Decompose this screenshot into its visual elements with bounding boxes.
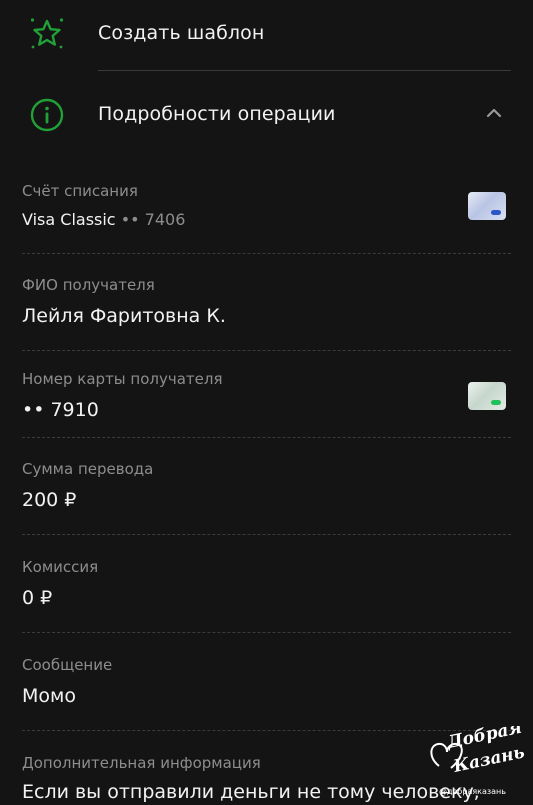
divider	[98, 70, 511, 71]
divider	[22, 350, 511, 351]
recipient-card-thumbnail	[468, 382, 506, 410]
divider	[22, 632, 511, 633]
message-value: Момо	[22, 685, 76, 707]
debit-account-field: Счёт списания Visa Classic •• 7406	[22, 181, 511, 233]
divider	[22, 437, 511, 438]
chevron-up-icon[interactable]	[485, 104, 503, 122]
visa-card-thumbnail	[468, 192, 506, 220]
divider	[22, 534, 511, 535]
heart-logo-icon: Добрая Казань	[430, 718, 526, 777]
recipient-name-label: ФИО получателя	[22, 276, 155, 294]
message-label: Сообщение	[22, 656, 113, 674]
debit-card-name: Visa Classic	[22, 210, 116, 229]
amount-value: 200 ₽	[22, 489, 77, 511]
star-icon	[30, 18, 64, 49]
info-icon	[30, 98, 64, 132]
recipient-card-field: Номер карты получателя •• 7910	[22, 369, 511, 423]
create-template-label: Создать шаблон	[98, 22, 265, 44]
operation-details-toggle[interactable]: Подробности операции	[0, 92, 533, 138]
recipient-name-value: Лейля Фаритовна К.	[22, 305, 226, 327]
amount-field: Сумма перевода 200 ₽	[22, 459, 511, 513]
recipient-card-value: •• 7910	[22, 399, 99, 421]
commission-field: Комиссия 0 ₽	[22, 557, 511, 611]
recipient-card-label: Номер карты получателя	[22, 370, 223, 388]
create-template-button[interactable]: Создать шаблон	[0, 12, 533, 56]
watermark-logo: Добрая Казань @добраяказань	[425, 718, 529, 796]
debit-card-mask: •• 7406	[120, 210, 186, 229]
debit-account-label: Счёт списания	[22, 182, 138, 200]
watermark-handle: @добраяказань	[439, 787, 506, 796]
divider	[22, 253, 511, 254]
debit-account-value: Visa Classic •• 7406	[22, 207, 511, 233]
recipient-name-field: ФИО получателя Лейля Фаритовна К.	[22, 275, 511, 329]
commission-label: Комиссия	[22, 558, 99, 576]
amount-label: Сумма перевода	[22, 460, 154, 478]
commission-value: 0 ₽	[22, 587, 53, 609]
operation-details-label: Подробности операции	[98, 103, 336, 125]
message-field: Сообщение Момо	[22, 655, 511, 709]
